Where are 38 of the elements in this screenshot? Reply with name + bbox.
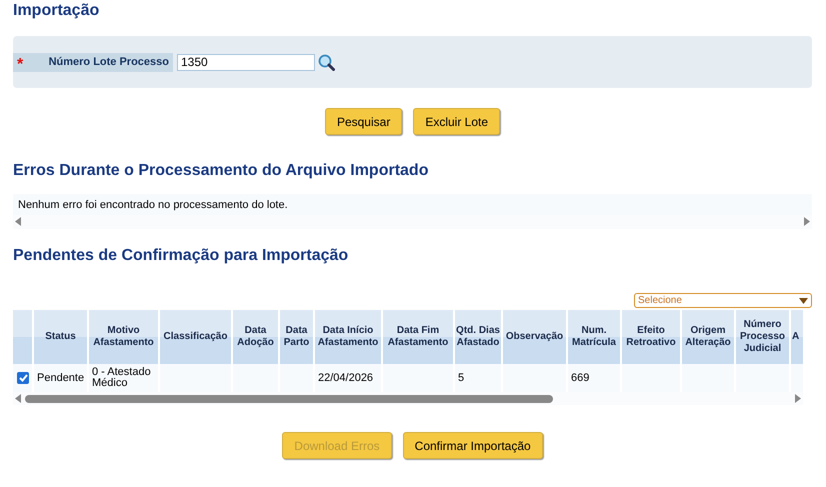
column-header: Num. Matrícula (567, 310, 621, 364)
column-header: Data Início Afastamento (314, 310, 382, 364)
dropdown-caret-icon (799, 298, 808, 304)
section-title: Erros Durante o Processamento do Arquivo Importado (13, 162, 430, 180)
required-mark: * (17, 54, 24, 70)
scroll-left-icon[interactable] (15, 394, 21, 403)
info-message: Nenhum erro foi encontrado no processamento do lote. (17, 198, 289, 213)
column-header: Origem Alteração (681, 310, 735, 364)
table-cell: 0 - Atestado Médico (88, 364, 159, 392)
search-icon[interactable] (318, 54, 335, 70)
column-header: Classificação (159, 310, 232, 364)
table-cell: 22/04/2026 (314, 364, 382, 392)
column-header: Efeito Retroativo (621, 310, 681, 364)
section-title: Pendentes de Confirmação para Importação (13, 247, 350, 265)
scrollbar-thumb[interactable] (25, 394, 553, 402)
scroll-right-icon[interactable] (795, 394, 801, 403)
column-header: Número Processo Judicial (735, 310, 790, 364)
search-button[interactable]: Pesquisar (324, 108, 402, 135)
lot-number-field[interactable]: 1350 (177, 54, 315, 70)
column-header: Qtd. Dias Afastado (454, 310, 502, 364)
scroll-left-icon[interactable] (15, 217, 21, 226)
delete-lot-button[interactable]: Excluir Lote (413, 108, 500, 135)
confirm-import-button[interactable]: Confirmar Importação (402, 432, 543, 459)
row-checkbox[interactable] (17, 372, 29, 384)
page-title: Importação (13, 2, 100, 20)
column-header: Status (33, 310, 88, 364)
scroll-right-icon[interactable] (804, 217, 810, 226)
table-cell: Pendente (33, 364, 88, 392)
table-cell: 669 (567, 364, 621, 392)
column-header: Data Fim Afastamento (382, 310, 454, 364)
table-cell: 5 (454, 364, 502, 392)
column-header: Motivo Afastamento (88, 310, 159, 364)
column-header: Observação (502, 310, 567, 364)
column-select[interactable]: Selecione (634, 293, 812, 308)
column-header: A (790, 310, 803, 364)
column-header: Data Adoção (232, 310, 279, 364)
field-label: Número Lote Processo (48, 56, 169, 68)
column-header: Data Parto (279, 310, 314, 364)
